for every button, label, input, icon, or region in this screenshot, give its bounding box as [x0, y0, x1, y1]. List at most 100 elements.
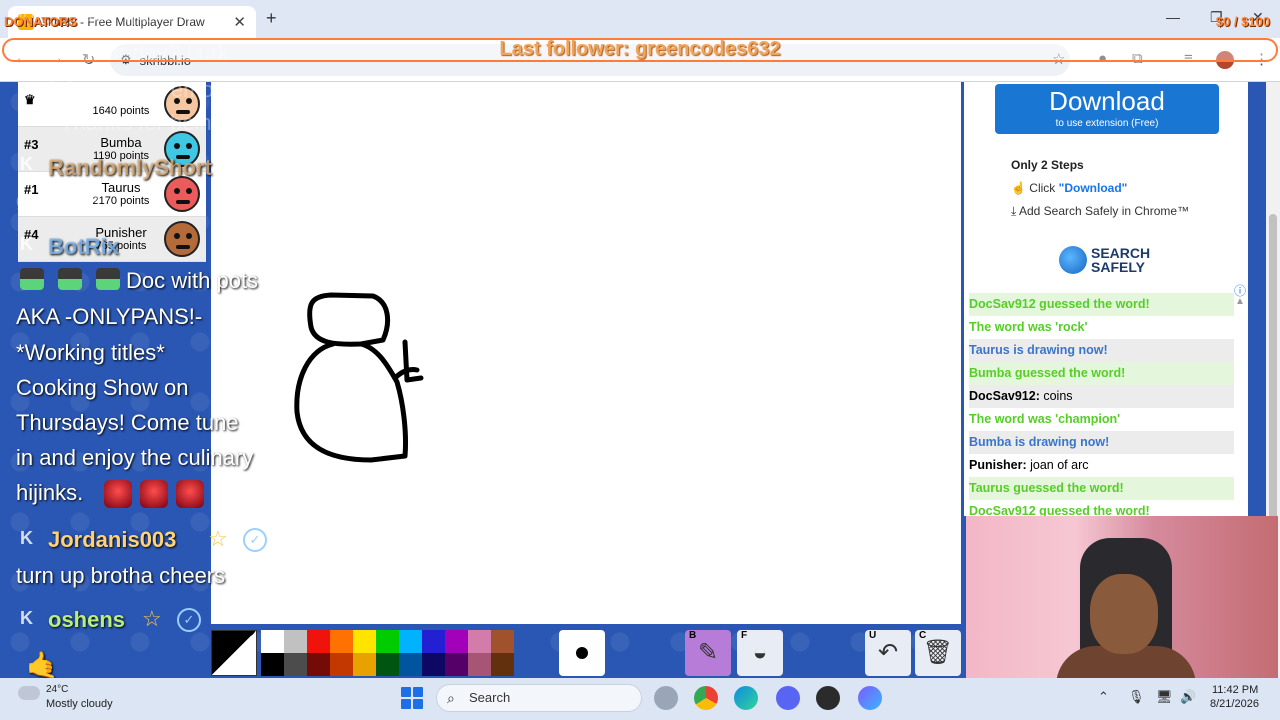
chat-message-line: in and enjoy the culinary — [16, 445, 254, 470]
brush-tool-button[interactable]: B ✎ — [685, 630, 731, 676]
fill-tool-button[interactable]: F ◒ — [737, 630, 783, 676]
color-swatch[interactable] — [307, 630, 330, 653]
edge-browser-icon[interactable] — [734, 686, 758, 710]
cloud-weather-icon[interactable] — [18, 686, 40, 700]
color-swatch[interactable] — [468, 653, 491, 676]
color-swatch[interactable] — [353, 630, 376, 653]
step-click-download: ☝ Click "Download" — [1011, 181, 1128, 195]
color-swatch[interactable] — [422, 653, 445, 676]
chat-emote-icon — [20, 268, 44, 290]
color-swatch[interactable] — [399, 630, 422, 653]
chat-message: The word was 'rock' — [969, 316, 1234, 339]
chat-message: DocSav912: coins — [969, 385, 1234, 408]
color-swatch[interactable] — [330, 630, 353, 653]
chat-message-line: Doc with pots — [126, 268, 259, 293]
player-avatar — [164, 176, 200, 212]
shaka-hand-icon: 🤙 — [26, 650, 59, 680]
chat-text: The word was 'champion' — [969, 412, 1121, 426]
search-safely-globe-icon — [1059, 246, 1087, 274]
network-monitor-icon[interactable]: 🖥 — [1156, 689, 1173, 705]
chat-badge-icon: K — [20, 154, 33, 174]
chat-message: DocSav912 guessed the word! — [969, 293, 1234, 316]
pencil-icon: ✎ — [697, 639, 719, 666]
volume-speaker-icon[interactable]: 🔊 — [1180, 689, 1196, 705]
minimize-window-button[interactable]: — — [1166, 9, 1180, 25]
chat-message-line: hijinks. — [16, 480, 84, 505]
obs-studio-icon[interactable] — [816, 686, 840, 710]
trash-can-icon: 🗑 — [922, 639, 954, 666]
overlay-chat-ghost-line: green tea — [16, 190, 101, 212]
cursor-click-icon: ☝ — [1011, 181, 1026, 195]
taskbar-clock-date[interactable]: 8/21/2026 — [1210, 698, 1259, 710]
color-swatch[interactable] — [284, 653, 307, 676]
chat-badge-icon: K — [20, 608, 33, 628]
overlay-chat-ghost-line: and drop some emotes. — [18, 77, 250, 102]
microphone-icon[interactable]: 🎙 — [1128, 689, 1145, 705]
color-swatch[interactable] — [399, 653, 422, 676]
color-swatch[interactable] — [353, 653, 376, 676]
color-swatch[interactable] — [284, 630, 307, 653]
taskbar-search-box[interactable]: ⌕ Search — [436, 684, 642, 712]
drawing-toolbar: B ✎ F ◒ U ↶ C 🗑 — [211, 628, 961, 678]
chat-message-line: Thursdays! Come tune — [16, 410, 239, 435]
donation-goal-amount: $0 / $100 — [1215, 14, 1270, 29]
taskbar-clock-time[interactable]: 11:42 PM — [1212, 684, 1258, 696]
step-add-extension: ⤓ Add Search Safely in Chrome™ — [1011, 204, 1190, 218]
start-menu-windows-icon[interactable] — [401, 687, 423, 709]
search-safely-logo: SEARCH SAFELY — [1059, 244, 1159, 276]
chat-badge-icon: K — [20, 234, 33, 254]
chat-text: joan of arc — [1026, 458, 1089, 472]
taskbar-search-label: Search — [469, 690, 511, 705]
tray-overflow-chevron-icon[interactable]: ⌃ — [1098, 689, 1109, 705]
player-name: Bumba — [100, 135, 142, 150]
streamer-webcam — [966, 516, 1278, 688]
browser-tab-strip: skribbl - Free Multiplayer Draw ✕ + — ❐ … — [0, 0, 1280, 38]
player-avatar — [164, 221, 200, 257]
chat-emote-icon — [96, 268, 120, 290]
color-swatch[interactable] — [422, 630, 445, 653]
new-tab-button[interactable]: + — [266, 8, 277, 29]
color-swatch[interactable] — [445, 653, 468, 676]
color-swatch[interactable] — [491, 630, 514, 653]
color-swatch[interactable] — [376, 630, 399, 653]
color-swatch[interactable] — [330, 653, 353, 676]
download-extension-button[interactable]: Download to use extension (Free) — [995, 84, 1219, 134]
color-swatch[interactable] — [261, 630, 284, 653]
color-swatch[interactable] — [491, 653, 514, 676]
chat-text: coins — [1039, 389, 1073, 403]
settings-gear-icon[interactable] — [654, 686, 678, 710]
chat-message: Bumba is drawing now! — [969, 431, 1234, 454]
color-swatch[interactable] — [468, 630, 491, 653]
chat-message-line: Cooking Show on — [16, 375, 189, 400]
clear-button[interactable]: C 🗑 — [915, 630, 961, 676]
close-tab-icon[interactable]: ✕ — [233, 13, 246, 31]
chat-sender: Punisher: — [969, 458, 1027, 472]
color-swatch[interactable] — [445, 630, 468, 653]
chat-emote-icon — [140, 480, 168, 508]
chat-star-icon: ☆ — [142, 606, 162, 631]
undo-button[interactable]: U ↶ — [865, 630, 911, 676]
chat-message-line: *Working titles* — [16, 340, 165, 365]
undo-arrow-icon: ↶ — [877, 639, 899, 666]
color-swatch[interactable] — [307, 653, 330, 676]
color-swatch[interactable] — [376, 653, 399, 676]
tool-shortcut-key: F — [741, 630, 748, 641]
chat-message-line: turn up brotha cheers — [16, 563, 226, 588]
drawing-canvas[interactable] — [211, 82, 961, 624]
search-icon: ⌕ — [447, 690, 455, 706]
download-arrow-icon: ⤓ — [1011, 204, 1017, 218]
chat-username: RandomlyShort — [48, 155, 212, 180]
chat-emote-icon — [104, 480, 132, 508]
app-launcher-icon[interactable] — [858, 686, 882, 710]
tool-shortcut-key: C — [919, 630, 927, 641]
chrome-browser-icon[interactable] — [694, 686, 718, 710]
color-swatch[interactable] — [261, 653, 284, 676]
brush-size-selector[interactable] — [559, 630, 605, 676]
download-link[interactable]: "Download" — [1059, 181, 1128, 195]
download-label: Download — [1049, 86, 1165, 116]
fill-bucket-icon: ◒ — [752, 639, 768, 666]
chat-scroll-up-icon[interactable]: ▲ — [1235, 296, 1245, 307]
chat-text: Bumba is drawing now! — [969, 435, 1110, 449]
discord-icon[interactable] — [776, 686, 800, 710]
chat-message: Bumba guessed the word! — [969, 362, 1234, 385]
